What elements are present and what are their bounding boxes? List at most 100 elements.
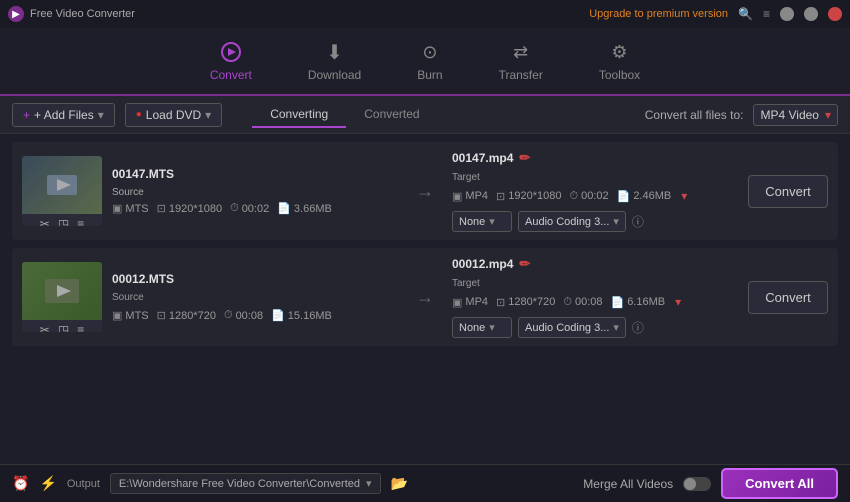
convert-button-2[interactable]: Convert xyxy=(748,281,828,314)
target-time-icon-1: ⏱ xyxy=(569,190,578,203)
load-dvd-button[interactable]: ● Load DVD ▾ xyxy=(125,103,222,127)
res-icon-1: ⊡ xyxy=(157,202,166,215)
target-time-icon-2: ⏱ xyxy=(563,296,572,309)
target-time-2: 00:08 xyxy=(575,296,603,308)
file-item-1: ✂ ◳ ≡ 00147.MTS Source ▣ MTS ⊡ 1920*1080 xyxy=(12,142,838,240)
source-time-item-1: ⏱ 00:02 xyxy=(230,202,269,215)
preset-chevron-2: ▾ xyxy=(489,321,495,334)
audio-preset-dropdown-2[interactable]: None ▾ xyxy=(452,317,512,338)
convert-nav-icon xyxy=(219,40,243,64)
edit-icon-1[interactable]: ✏ xyxy=(519,150,530,166)
target-label-2: Target xyxy=(452,278,480,289)
scissors-icon-2[interactable]: ✂ xyxy=(40,323,50,332)
add-files-button[interactable]: + + Add Files ▾ xyxy=(12,103,115,127)
nav-download[interactable]: ⬇ Download xyxy=(300,36,369,86)
nav-toolbox[interactable]: ⚙ Toolbox xyxy=(591,36,648,86)
search-icon[interactable]: 🔍 xyxy=(738,7,753,21)
edit-icon-2[interactable]: ✏ xyxy=(519,256,530,272)
target-dropdown-arrow-1[interactable]: ▾ xyxy=(681,189,687,203)
app-logo: ▶ xyxy=(8,6,24,22)
target-meta-2: ▣ MP4 ⊡ 1280*720 ⏱ 00:08 📄 6.16MB ▾ xyxy=(452,295,738,309)
nav-convert-label: Convert xyxy=(210,68,252,82)
source-format-item-1: ▣ MTS xyxy=(112,202,149,215)
download-nav-icon: ⬇ xyxy=(323,40,347,64)
navbar: Convert ⬇ Download ⊙ Burn ⇄ Transfer ⚙ T… xyxy=(0,28,850,96)
arrow-2: → xyxy=(408,287,442,308)
nav-burn-label: Burn xyxy=(417,68,442,82)
info-icon-1[interactable]: ⓘ xyxy=(632,213,644,230)
toolbar: + + Add Files ▾ ● Load DVD ▾ Converting … xyxy=(0,96,850,134)
scissors-icon-1[interactable]: ✂ xyxy=(40,217,50,226)
target-name-row-1: 00147.mp4 ✏ xyxy=(452,150,738,166)
thumb-tools-1: ✂ ◳ ≡ xyxy=(22,214,102,226)
target-format-2: MP4 xyxy=(465,296,488,308)
target-format-icon-2: ▣ xyxy=(452,296,462,309)
thumb-image-2 xyxy=(22,262,102,320)
target-res-1: 1920*1080 xyxy=(508,190,561,202)
convert-arrow-icon-1: → xyxy=(416,181,434,202)
nav-burn[interactable]: ⊙ Burn xyxy=(409,36,450,86)
file-info-2: 00012.MTS Source ▣ MTS ⊡ 1280*720 ⏱ 00:0… xyxy=(112,272,398,322)
format-select[interactable]: MP4 Video ▾ xyxy=(753,104,838,126)
target-dropdowns-1: None ▾ Audio Coding 3... ▾ ⓘ xyxy=(452,211,738,232)
source-meta-2: ▣ MTS ⊡ 1280*720 ⏱ 00:08 📄 15.16MB xyxy=(112,309,398,322)
minimize-button[interactable] xyxy=(780,7,794,21)
convert-button-1[interactable]: Convert xyxy=(748,175,828,208)
titlebar-right: Upgrade to premium version 🔍 ≡ xyxy=(589,7,842,21)
audio-coding-dropdown-2[interactable]: Audio Coding 3... ▾ xyxy=(518,317,626,338)
toggle-dot xyxy=(684,478,696,490)
source-name-2: 00012.MTS xyxy=(112,272,398,286)
maximize-button[interactable] xyxy=(804,7,818,21)
thumbnail-1: ✂ ◳ ≡ xyxy=(22,156,102,226)
nav-convert[interactable]: Convert xyxy=(202,36,260,86)
burn-nav-icon: ⊙ xyxy=(418,40,442,64)
target-size-icon-2: 📄 xyxy=(610,296,624,309)
subtitle-icon-1[interactable]: ◳ xyxy=(58,217,69,226)
nav-transfer[interactable]: ⇄ Transfer xyxy=(491,36,551,86)
target-name-row-2: 00012.mp4 ✏ xyxy=(452,256,738,272)
target-size-2: 6.16MB xyxy=(627,296,665,308)
output-label: Output xyxy=(67,478,100,490)
info-icon-2[interactable]: ⓘ xyxy=(632,319,644,336)
merge-label: Merge All Videos xyxy=(583,477,673,491)
merge-toggle[interactable] xyxy=(683,477,711,491)
statusbar: ⏰ ⚡ Output E:\Wondershare Free Video Con… xyxy=(0,464,850,502)
output-path[interactable]: E:\Wondershare Free Video Converter\Conv… xyxy=(110,473,381,494)
settings-icon-2[interactable]: ≡ xyxy=(77,323,84,332)
nav-transfer-label: Transfer xyxy=(499,68,543,82)
nav-toolbox-label: Toolbox xyxy=(599,68,640,82)
source-time-1: 00:02 xyxy=(242,203,270,215)
tab-converted[interactable]: Converted xyxy=(346,102,437,128)
source-label-1: Source xyxy=(112,187,144,198)
settings-icon-1[interactable]: ≡ xyxy=(77,217,84,226)
target-format-1: MP4 xyxy=(465,190,488,202)
file-info-1: 00147.MTS Source ▣ MTS ⊡ 1920*1080 ⏱ 00:… xyxy=(112,167,398,215)
thumb-image-1 xyxy=(22,156,102,214)
source-format-2: MTS xyxy=(125,310,148,322)
upgrade-link[interactable]: Upgrade to premium version xyxy=(589,8,728,20)
filelist: ✂ ◳ ≡ 00147.MTS Source ▣ MTS ⊡ 1920*1080 xyxy=(0,134,850,456)
coding-chevron-2: ▾ xyxy=(613,321,619,334)
target-size-1: 2.46MB xyxy=(633,190,671,202)
convert-all-button[interactable]: Convert All xyxy=(721,468,838,499)
source-res-1: 1920*1080 xyxy=(169,203,222,215)
target-size-icon-1: 📄 xyxy=(617,190,631,203)
add-files-chevron: ▾ xyxy=(98,108,104,122)
tab-converting[interactable]: Converting xyxy=(252,102,346,128)
target-dropdown-arrow-2[interactable]: ▾ xyxy=(675,295,681,309)
close-button[interactable] xyxy=(828,7,842,21)
target-res-icon-1: ⊡ xyxy=(496,190,505,203)
coding-chevron-1: ▾ xyxy=(613,215,619,228)
target-dropdowns-2: None ▾ Audio Coding 3... ▾ ⓘ xyxy=(452,317,738,338)
clock-icon[interactable]: ⏰ xyxy=(12,475,29,492)
output-chevron: ▾ xyxy=(366,477,372,490)
flash-icon[interactable]: ⚡ xyxy=(39,475,56,492)
audio-preset-dropdown-1[interactable]: None ▾ xyxy=(452,211,512,232)
source-size-item-1: 📄 3.66MB xyxy=(277,202,332,215)
file-item-2: ✂ ◳ ≡ 00012.MTS Source ▣ MTS ⊡ 1280*720 xyxy=(12,248,838,346)
menu-icon[interactable]: ≡ xyxy=(763,7,770,21)
audio-coding-dropdown-1[interactable]: Audio Coding 3... ▾ xyxy=(518,211,626,232)
open-folder-icon[interactable]: 📂 xyxy=(391,475,408,492)
size-icon-1: 📄 xyxy=(277,202,291,215)
subtitle-icon-2[interactable]: ◳ xyxy=(58,323,69,332)
